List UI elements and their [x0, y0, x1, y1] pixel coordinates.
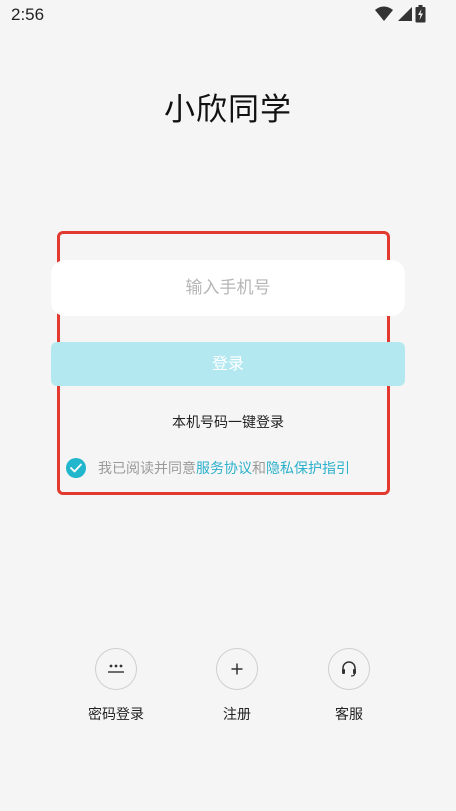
agreement-prefix: 我已阅读并同意 [98, 461, 196, 477]
register-button[interactable] [216, 648, 258, 690]
register-label: 注册 [223, 707, 251, 723]
password-dots-icon [108, 664, 124, 673]
bottom-actions: 密码登录 注册 客服 [0, 648, 456, 738]
password-login-action[interactable]: 密码登录 [71, 648, 161, 724]
phone-number-input[interactable] [51, 260, 405, 316]
agreement-and: 和 [252, 461, 266, 477]
customer-service-button[interactable] [328, 648, 370, 690]
app-title: 小欣同学 [164, 92, 292, 128]
service-agreement-link[interactable]: 服务协议 [196, 458, 252, 478]
agreement-row: 我已阅读并同意 服务协议和隐私保护指引 [66, 458, 350, 478]
headset-icon [342, 661, 356, 677]
battery-icon [415, 5, 426, 23]
wifi-icon [375, 6, 393, 21]
register-action[interactable]: 注册 [192, 648, 282, 724]
status-icons [375, 5, 426, 23]
password-login-button[interactable] [95, 648, 137, 690]
plus-icon [231, 663, 243, 675]
agreement-checkbox[interactable] [66, 458, 86, 478]
login-screen: 2:56 小欣同学 登录 本机号码一键登录 我已 [0, 0, 456, 811]
status-bar: 2:56 [0, 0, 456, 32]
customer-service-label: 客服 [335, 707, 363, 723]
privacy-policy-link[interactable]: 隐私保护指引 [266, 458, 350, 478]
status-time: 2:56 [11, 5, 45, 24]
one-click-login-link[interactable]: 本机号码一键登录 [0, 412, 456, 432]
password-login-label: 密码登录 [88, 707, 144, 723]
customer-service-action[interactable]: 客服 [304, 648, 394, 724]
checkmark-icon [70, 463, 82, 473]
login-button[interactable]: 登录 [51, 342, 405, 386]
signal-icon [398, 7, 412, 21]
